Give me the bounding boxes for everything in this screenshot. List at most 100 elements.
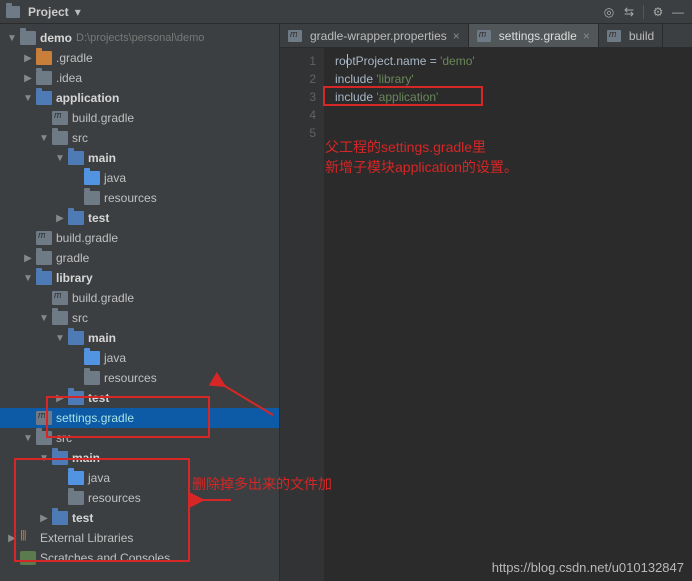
folder-icon [36,251,52,265]
gradle-file-icon [477,30,491,42]
expand-arrow-icon[interactable] [36,313,52,324]
tree-item[interactable]: java [0,168,279,188]
code-line: include 'library' [335,70,692,88]
tree-item-label: library [56,271,93,285]
tree-root[interactable]: demo D:\projects\personal\demo [0,28,279,48]
project-tree[interactable]: demo D:\projects\personal\demo .gradle .… [0,24,279,581]
line-gutter: 1 2 3 4 5 [280,48,325,581]
expand-icon[interactable]: ⇆ [621,4,637,20]
tree-item[interactable]: src [0,428,279,448]
tree-item[interactable]: src [0,128,279,148]
tree-item-selected[interactable]: settings.gradle [0,408,279,428]
tree-item[interactable]: main [0,448,279,468]
resources-folder-icon [84,371,100,385]
tree-item-label: src [56,431,72,445]
tree-item-label: src [72,311,88,325]
tree-item[interactable]: main [0,328,279,348]
close-icon[interactable]: × [583,29,590,43]
tree-item-label: .gradle [56,51,93,65]
collapse-icon[interactable]: — [670,4,686,20]
tree-item-label: resources [104,191,157,205]
tree-item-label: test [88,211,109,225]
gradle-file-icon [36,231,52,245]
code-area[interactable]: rootProject.name = 'demo' include 'libra… [325,48,692,581]
code-line: rootProject.name = 'demo' [335,52,692,70]
project-dropdown-label[interactable]: Project [28,5,69,19]
tree-item-label: .idea [56,71,82,85]
tree-item-path: D:\projects\personal\demo [76,32,204,44]
tree-item[interactable]: test [0,388,279,408]
folder-icon [52,311,68,325]
folder-icon [36,51,52,65]
tree-item-label: test [88,391,109,405]
tree-item[interactable]: gradle [0,248,279,268]
expand-arrow-icon[interactable] [52,153,68,164]
tree-scratches[interactable]: Scratches and Consoles [0,548,279,568]
gradle-file-icon [52,291,68,305]
tree-item[interactable]: application [0,88,279,108]
editor-body[interactable]: 1 2 3 4 5 rootProject.name = 'demo' incl… [280,48,692,581]
tree-item[interactable]: resources [0,368,279,388]
gradle-file-icon [288,30,302,42]
tree-item[interactable]: build.gradle [0,228,279,248]
collapse-arrow-icon[interactable] [4,533,20,544]
line-number: 1 [280,52,316,70]
annotation-text: 新增子模块application的设置。 [325,158,518,176]
resources-folder-icon [84,191,100,205]
close-icon[interactable]: × [453,29,460,43]
tree-item-label: resources [104,371,157,385]
collapse-arrow-icon[interactable] [36,513,52,524]
tab-gradle-wrapper[interactable]: gradle-wrapper.properties × [280,24,469,47]
tree-item-label: java [88,471,110,485]
folder-icon [52,131,68,145]
tree-item[interactable]: main [0,148,279,168]
tree-item[interactable]: .idea [0,68,279,88]
folder-icon [52,511,68,525]
collapse-arrow-icon[interactable] [20,53,36,64]
project-sidebar: demo D:\projects\personal\demo .gradle .… [0,24,280,581]
tree-external-libs[interactable]: External Libraries [0,528,279,548]
expand-arrow-icon[interactable] [20,93,36,104]
tree-item[interactable]: build.gradle [0,108,279,128]
gear-icon[interactable]: ⚙ [650,4,666,20]
tab-label: build [629,29,654,43]
chevron-down-icon[interactable]: ▾ [75,5,81,19]
tree-item[interactable]: test [0,208,279,228]
tab-label: settings.gradle [499,29,577,43]
tree-item[interactable]: src [0,308,279,328]
expand-arrow-icon[interactable] [4,33,20,44]
module-folder-icon [36,91,52,105]
tree-item[interactable]: build.gradle [0,288,279,308]
tree-item[interactable]: resources [0,488,279,508]
collapse-arrow-icon[interactable] [20,253,36,264]
tab-settings-gradle[interactable]: settings.gradle × [469,24,599,47]
collapse-arrow-icon[interactable] [20,73,36,84]
tree-item[interactable]: java [0,468,279,488]
folder-icon [36,71,52,85]
expand-arrow-icon[interactable] [52,333,68,344]
target-icon[interactable]: ◎ [601,4,617,20]
code-line [335,124,692,142]
tree-item-label: src [72,131,88,145]
java-folder-icon [84,351,100,365]
tree-item[interactable]: test [0,508,279,528]
tab-build[interactable]: build [599,24,663,47]
project-icon [6,6,20,18]
tree-item[interactable]: .gradle [0,48,279,68]
tree-item[interactable]: resources [0,188,279,208]
line-number: 5 [280,124,316,142]
line-number: 3 [280,88,316,106]
collapse-arrow-icon[interactable] [52,393,68,404]
folder-icon [36,431,52,445]
tree-item[interactable]: library [0,268,279,288]
tree-item[interactable]: java [0,348,279,368]
line-number: 4 [280,106,316,124]
expand-arrow-icon[interactable] [36,453,52,464]
expand-arrow-icon[interactable] [20,433,36,444]
collapse-arrow-icon[interactable] [52,213,68,224]
expand-arrow-icon[interactable] [36,133,52,144]
expand-arrow-icon[interactable] [20,273,36,284]
folder-icon [52,451,68,465]
tree-item-label: main [88,151,116,165]
tree-item-label: main [88,331,116,345]
